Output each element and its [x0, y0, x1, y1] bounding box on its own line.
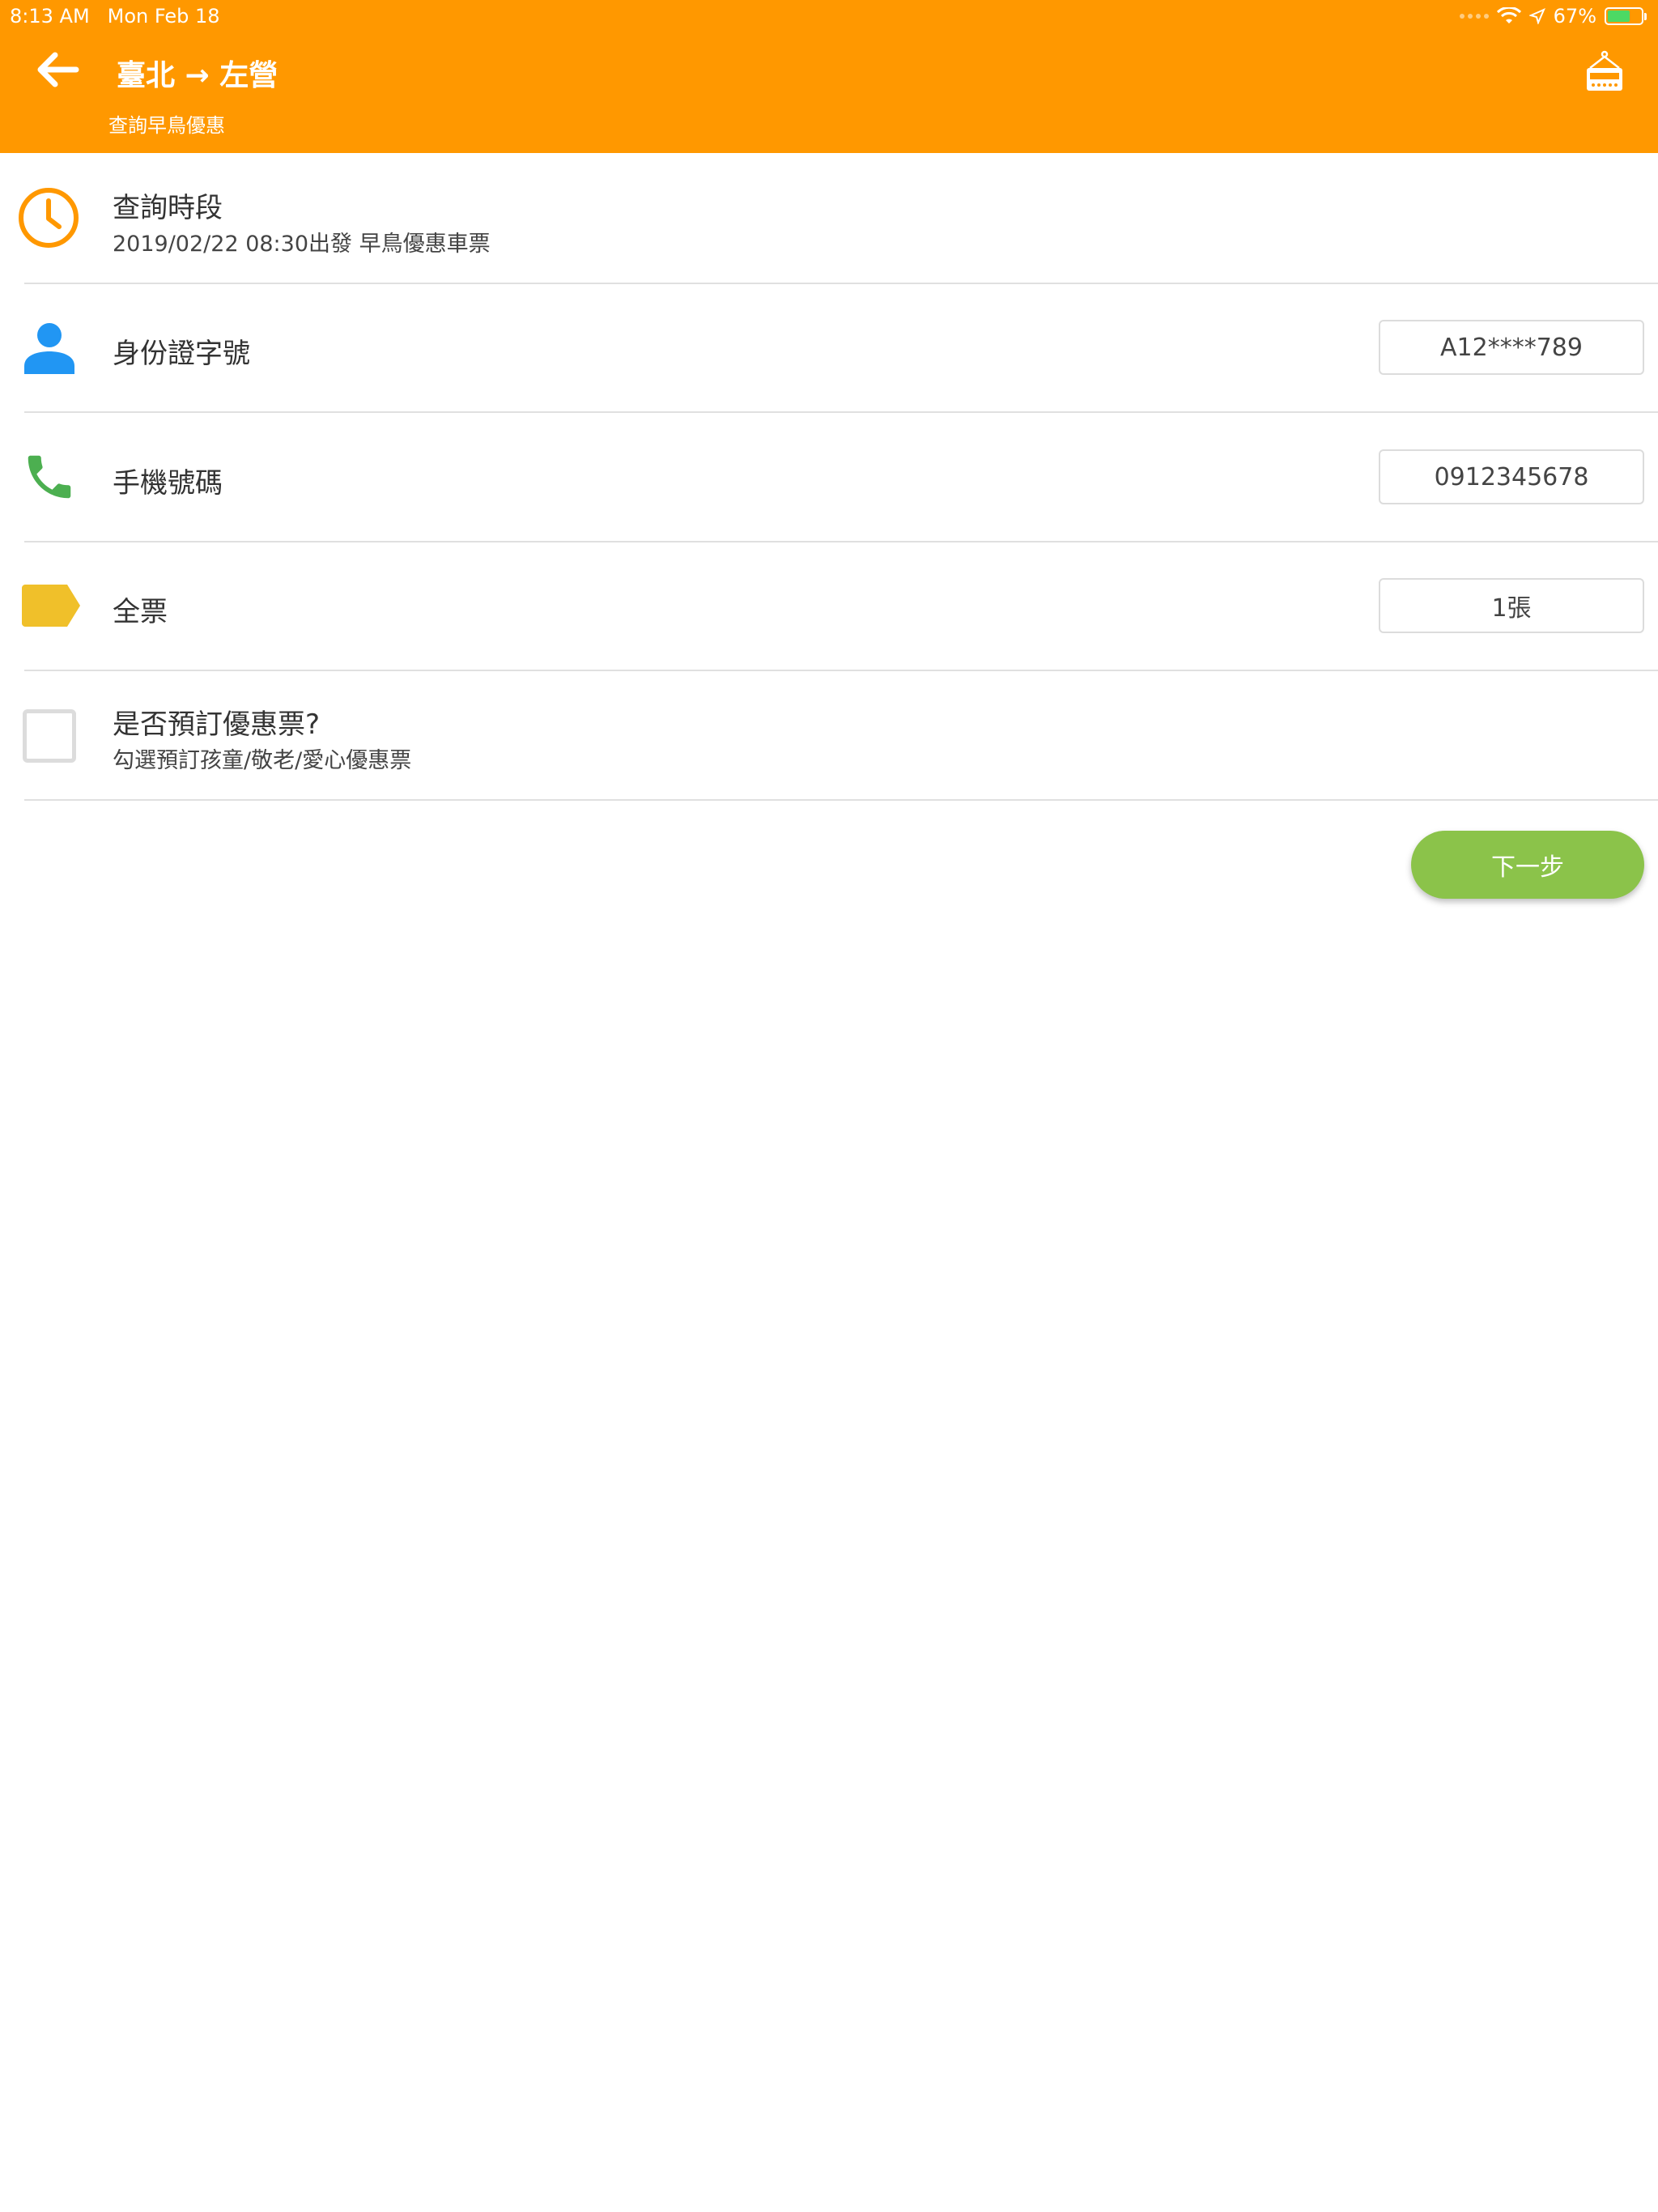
app-header: 8:13 AM Mon Feb 18 67% 臺北 → 左營 查詢早鳥優惠	[0, 0, 1658, 153]
divider	[24, 283, 1658, 284]
phone-label: 手機號碼	[113, 467, 223, 500]
discount-checkbox[interactable]	[23, 709, 76, 763]
discount-detail: 勾選預訂孩童/敬老/愛心優惠票	[113, 748, 412, 773]
ticket-count-field[interactable]: 1張	[1379, 578, 1644, 633]
divider	[24, 799, 1658, 801]
person-icon	[24, 323, 74, 374]
page-title: 臺北 → 左營	[117, 59, 278, 92]
next-button[interactable]: 下一步	[1411, 831, 1644, 899]
full-ticket-label: 全票	[113, 596, 168, 628]
discount-title: 是否預訂優惠票?	[113, 708, 321, 741]
battery-icon	[1605, 7, 1647, 25]
id-number-label: 身份證字號	[113, 338, 250, 370]
tag-icon	[22, 585, 80, 627]
back-arrow-icon[interactable]	[34, 49, 83, 91]
clock-icon	[19, 188, 79, 248]
signal-icon	[1459, 14, 1489, 19]
status-bar-left: 8:13 AM Mon Feb 18	[10, 5, 220, 28]
status-time: 8:13 AM	[10, 5, 90, 28]
location-icon	[1528, 8, 1545, 24]
divider	[24, 541, 1658, 542]
status-date: Mon Feb 18	[107, 5, 220, 28]
divider	[24, 411, 1658, 413]
page-subtitle: 查詢早鳥優惠	[108, 114, 225, 137]
time-slot-detail: 2019/02/22 08:30出發 早鳥優惠車票	[113, 232, 491, 257]
status-bar-right: 67%	[1459, 3, 1647, 29]
time-slot-title: 查詢時段	[113, 192, 223, 224]
wifi-icon	[1496, 7, 1521, 23]
phone-field[interactable]: 0912345678	[1379, 449, 1644, 504]
id-number-field[interactable]: A12****789	[1379, 320, 1644, 375]
battery-percent: 67%	[1553, 5, 1596, 28]
divider	[24, 670, 1658, 671]
hotel-sign-icon[interactable]	[1582, 50, 1627, 96]
phone-icon	[28, 455, 71, 499]
